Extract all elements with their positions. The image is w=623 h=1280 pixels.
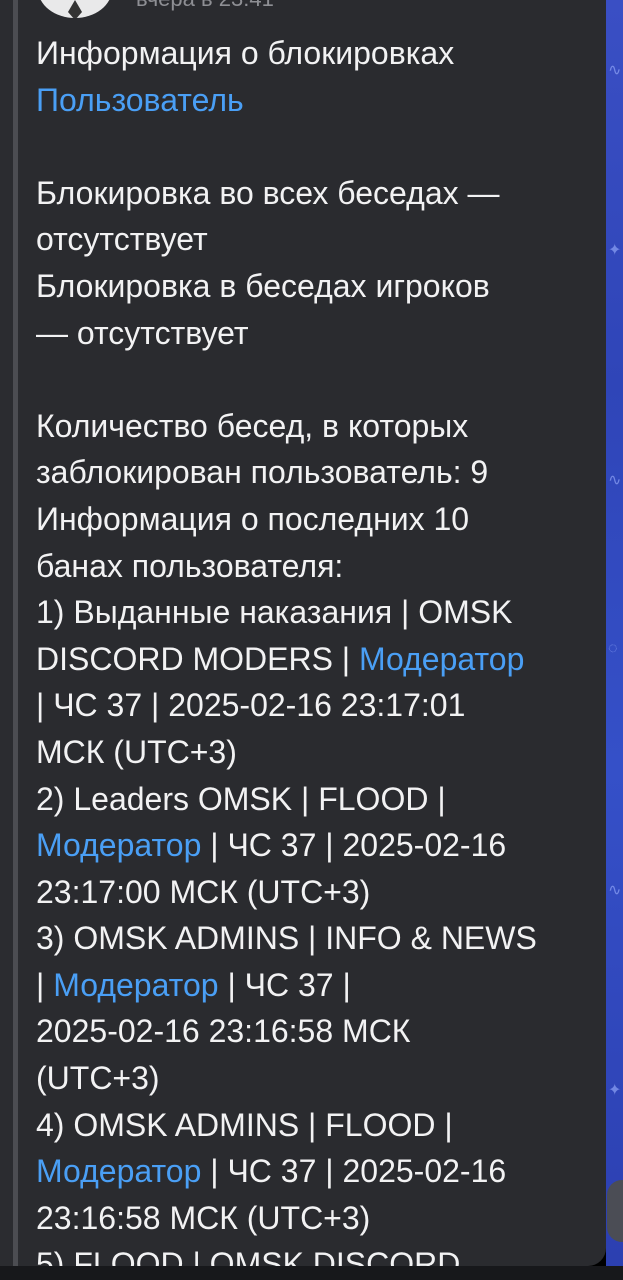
doodle-icon: ∿: [608, 62, 622, 79]
doodle-icon: ◌: [608, 640, 618, 657]
scroll-down-button[interactable]: [607, 1180, 623, 1242]
message-text-segment: Блокировка в беседах игроков: [36, 267, 490, 304]
message-line: 2025-02-16 23:16:58 МСК: [36, 1008, 596, 1055]
left-rail: [0, 0, 20, 1280]
message-text-segment: 5) FLOOD | OMSK DISCORD: [36, 1246, 461, 1266]
message-text-segment: Количество бесед, в которых: [36, 407, 469, 444]
message-text-segment: 4) OMSK ADMINS | FLOOD |: [36, 1106, 453, 1143]
message-text-segment: Информация о последних 10: [36, 500, 470, 537]
message-line: | ЧС 37 | 2025-02-16 23:17:01: [36, 682, 596, 729]
mention-link[interactable]: Модератор: [36, 827, 201, 863]
message-line: 5) FLOOD | OMSK DISCORD: [36, 1241, 596, 1266]
message-text-segment: 1) Выданные наказания | OMSK: [36, 594, 513, 631]
chat-wallpaper-edge: ∿ ✦ ∿ ◌ ∿ ✦: [606, 0, 623, 1280]
doodle-icon: ∿: [608, 882, 622, 899]
message-line: Блокировка во всех беседах —: [36, 170, 596, 217]
message-text-segment: Информация о блокировках: [36, 35, 455, 71]
message-text-segment: 2025-02-16 23:16:58 МСК: [36, 1013, 411, 1050]
message-text-segment: | ЧС 37 | 2025-02-16 23:17:01: [36, 687, 466, 724]
avatar[interactable]: [38, 0, 112, 18]
mention-link[interactable]: Модератор: [36, 1153, 201, 1189]
message-line: 2) Leaders OMSK | FLOOD |: [36, 776, 596, 823]
message-line: 23:16:58 МСК (UTC+3): [36, 1195, 596, 1242]
doodle-icon: ∿: [608, 472, 622, 489]
message-text-segment: DISCORD MODERS |: [36, 640, 359, 677]
message-line: — отсутствует: [36, 310, 596, 357]
message-text-segment: (UTC+3): [36, 1060, 160, 1097]
message-bubble: вчера в 23:41 Информация о блокировках По…: [20, 0, 606, 1266]
message-text-segment: заблокирован пользователь: 9: [36, 454, 489, 491]
message-text-segment: МСК (UTC+3): [36, 733, 237, 770]
message-line: банах пользователя:: [36, 543, 596, 590]
message-line: 3) OMSK ADMINS | INFO & NEWS: [36, 915, 596, 962]
message-line: (UTC+3): [36, 1055, 596, 1102]
message-line: Информация о последних 10: [36, 496, 596, 543]
mention-link[interactable]: Пользователь: [36, 82, 244, 118]
message-line: Блокировка в беседах игроков: [36, 263, 596, 310]
message-text-segment: |: [36, 966, 54, 1003]
message-line: Информация о блокировках: [36, 30, 596, 77]
thread-line: [13, 0, 18, 1280]
message-line: отсутствует: [36, 216, 596, 263]
message-line: 4) OMSK ADMINS | FLOOD |: [36, 1102, 596, 1149]
message-text-segment: | ЧС 37 | 2025-02-16: [201, 827, 507, 864]
message-line: | Модератор | ЧС 37 |: [36, 962, 596, 1009]
message-text-segment: отсутствует: [36, 221, 208, 258]
message-text-segment: 23:17:00 МСК (UTC+3): [36, 873, 371, 910]
message-line: Количество бесед, в которых: [36, 403, 596, 450]
message-text-segment: 3) OMSK ADMINS | INFO & NEWS: [36, 920, 537, 957]
message-line: Модератор | ЧС 37 | 2025-02-16: [36, 1148, 596, 1195]
mention-link[interactable]: Модератор: [53, 967, 218, 1003]
message-line: 23:17:00 МСК (UTC+3): [36, 869, 596, 916]
doodle-icon: ✦: [608, 1082, 622, 1099]
message-line: заблокирован пользователь: 9: [36, 449, 596, 496]
bottom-bar: [0, 1266, 623, 1280]
message-text-segment: — отсутствует: [36, 314, 249, 351]
message-text-segment: Блокировка во всех беседах —: [36, 174, 500, 211]
doodle-icon: ✦: [608, 242, 622, 259]
message-text-segment: 2) Leaders OMSK | FLOOD |: [36, 780, 446, 817]
message-text-segment: | ЧС 37 |: [218, 966, 351, 1003]
message-text-segment: банах пользователя:: [36, 547, 344, 584]
message-line: Модератор | ЧС 37 | 2025-02-16: [36, 822, 596, 869]
message-text: Информация о блокировках Пользователь Блок…: [36, 30, 596, 1266]
message-line: DISCORD MODERS | Модератор: [36, 636, 596, 683]
message-line: Пользователь: [36, 77, 596, 124]
message-timestamp: вчера в 23:41: [136, 0, 274, 12]
avatar-tie-icon: [68, 0, 82, 18]
message-line: 1) Выданные наказания | OMSK: [36, 589, 596, 636]
message-text-segment: 23:16:58 МСК (UTC+3): [36, 1199, 371, 1236]
message-text-segment: | ЧС 37 | 2025-02-16: [201, 1153, 507, 1190]
mention-link[interactable]: Модератор: [359, 641, 524, 677]
message-line: МСК (UTC+3): [36, 729, 596, 776]
